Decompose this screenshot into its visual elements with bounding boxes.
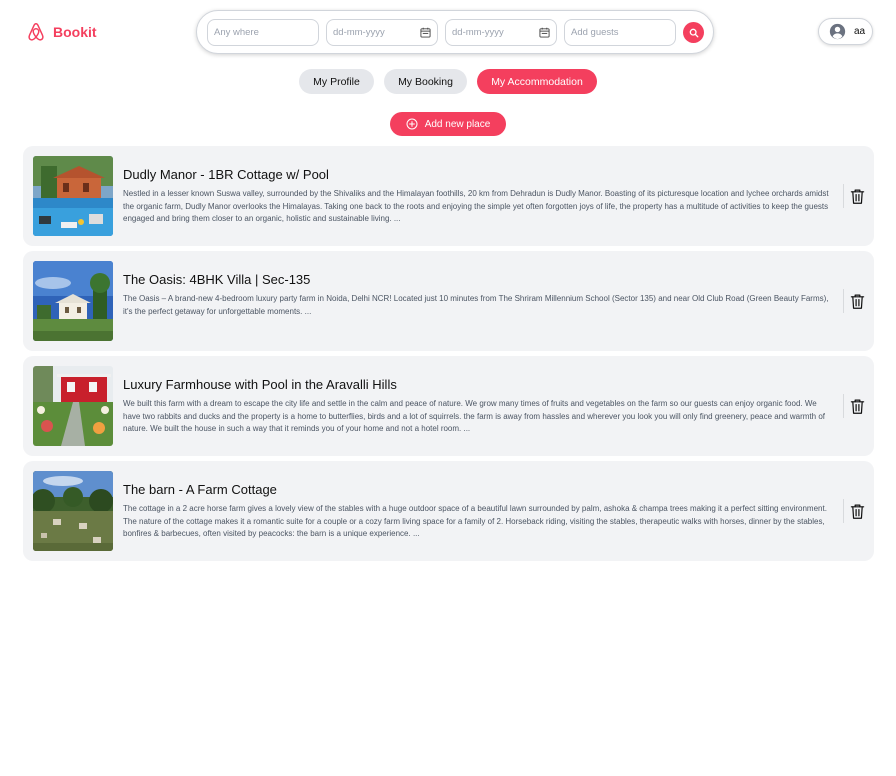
brand-logo[interactable]: Bookit	[25, 21, 97, 43]
delete-place-button[interactable]	[843, 394, 865, 418]
place-photo	[33, 471, 113, 551]
user-circle-icon	[829, 23, 846, 40]
search-bar: Any where dd-mm-yyyy dd-mm-yyyy Add gues…	[196, 10, 714, 54]
brand-name: Bookit	[53, 24, 97, 40]
add-new-place-button[interactable]: Add new place	[390, 112, 506, 136]
place-photo	[33, 156, 113, 236]
search-button[interactable]	[683, 22, 704, 43]
place-description: We built this farm with a dream to escap…	[123, 399, 825, 433]
trash-icon	[850, 189, 865, 204]
place-title: Luxury Farmhouse with Pool in the Araval…	[123, 377, 397, 392]
checkin-placeholder: dd-mm-yyyy	[333, 27, 385, 38]
where-input[interactable]: Any where	[207, 19, 319, 46]
delete-place-button[interactable]	[843, 289, 865, 313]
place-photo	[33, 366, 113, 446]
user-name: aa	[854, 26, 866, 37]
delete-place-button[interactable]	[843, 184, 865, 208]
place-card[interactable]: Dudly Manor - 1BR Cottage w/ Pool Nestle…	[23, 146, 874, 246]
calendar-icon[interactable]	[539, 27, 550, 38]
user-menu-button[interactable]: aa	[818, 18, 873, 45]
guests-input[interactable]: Add guests	[564, 19, 676, 46]
airbnb-logo-icon	[28, 23, 44, 41]
place-title: Dudly Manor - 1BR Cottage w/ Pool	[123, 167, 329, 182]
checkout-date-input[interactable]: dd-mm-yyyy	[445, 19, 557, 46]
trash-icon	[850, 504, 865, 519]
place-title: The Oasis: 4BHK Villa | Sec-135	[123, 272, 311, 287]
place-description: The cottage in a 2 acre horse farm gives…	[123, 504, 827, 538]
place-card[interactable]: The Oasis: 4BHK Villa | Sec-135 The Oasi…	[23, 251, 874, 351]
place-photo	[33, 261, 113, 341]
tab-my-profile[interactable]: My Profile	[299, 69, 374, 94]
search-icon	[689, 28, 698, 37]
checkout-placeholder: dd-mm-yyyy	[452, 27, 504, 38]
place-card[interactable]: Luxury Farmhouse with Pool in the Araval…	[23, 356, 874, 456]
place-description: The Oasis – A brand-new 4-bedroom luxury…	[123, 294, 829, 316]
where-placeholder: Any where	[214, 27, 259, 38]
guests-placeholder: Add guests	[571, 27, 619, 38]
place-description: Nestled in a lesser known Suswa valley, …	[123, 189, 829, 223]
place-title: The barn - A Farm Cottage	[123, 482, 277, 497]
tab-my-accommodation[interactable]: My Accommodation	[477, 69, 597, 94]
trash-icon	[850, 294, 865, 309]
calendar-icon[interactable]	[420, 27, 431, 38]
plus-circle-icon	[406, 118, 418, 130]
tab-my-booking[interactable]: My Booking	[384, 69, 467, 94]
place-card[interactable]: The barn - A Farm Cottage The cottage in…	[23, 461, 874, 561]
trash-icon	[850, 399, 865, 414]
delete-place-button[interactable]	[843, 499, 865, 523]
header: Bookit Any where dd-mm-yyyy dd-mm-yyyy A…	[0, 0, 896, 64]
add-new-place-label: Add new place	[424, 118, 491, 130]
checkin-date-input[interactable]: dd-mm-yyyy	[326, 19, 438, 46]
